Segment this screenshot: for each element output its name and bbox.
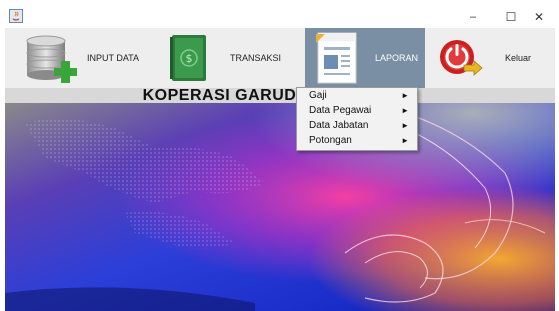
dropdown-item-data-pegawai-label: Data Pegawai bbox=[309, 105, 372, 116]
menu-transaksi-label: TRANSAKSI bbox=[230, 53, 282, 63]
menu-laporan[interactable]: LAPORAN bbox=[305, 28, 425, 88]
report-document-icon bbox=[316, 32, 357, 84]
dropdown-item-potongan-label: Potongan bbox=[309, 135, 352, 146]
close-icon: ✕ bbox=[533, 10, 545, 24]
main-menubar: INPUT DATA $ TRANSAKSI LAPORAN Keluar bbox=[5, 28, 555, 88]
close-button[interactable]: ✕ bbox=[523, 6, 555, 28]
app-window: – ☐ ✕ INPUT DATA $ TRANSAKSI LAPORAN Kel… bbox=[5, 6, 555, 311]
menu-laporan-label: LAPORAN bbox=[375, 53, 419, 63]
minimize-icon: – bbox=[469, 11, 477, 23]
background-artwork bbox=[5, 103, 555, 311]
dropdown-item-gaji-label: Gaji bbox=[309, 90, 327, 101]
dropdown-item-data-pegawai[interactable]: Data Pegawai ► bbox=[297, 103, 417, 118]
java-app-icon bbox=[9, 9, 23, 23]
submenu-arrow-icon: ► bbox=[401, 106, 409, 115]
dropdown-item-data-jabatan[interactable]: Data Jabatan ► bbox=[297, 118, 417, 133]
submenu-arrow-icon: ► bbox=[401, 136, 409, 145]
menu-keluar[interactable]: Keluar bbox=[437, 28, 551, 88]
page-title: KOPERASI GARUDA NUSANTARA bbox=[5, 88, 555, 103]
submenu-arrow-icon: ► bbox=[401, 121, 409, 130]
laporan-dropdown-menu: Gaji ► Data Pegawai ► Data Jabatan ► Pot… bbox=[296, 87, 418, 151]
maximize-icon: ☐ bbox=[505, 10, 517, 24]
dropdown-item-data-jabatan-label: Data Jabatan bbox=[309, 120, 369, 131]
menu-input-data[interactable]: INPUT DATA bbox=[21, 28, 161, 88]
dropdown-item-gaji[interactable]: Gaji ► bbox=[297, 88, 417, 103]
dropdown-item-potongan[interactable]: Potongan ► bbox=[297, 133, 417, 148]
money-book-icon: $ bbox=[170, 35, 206, 81]
title-bar[interactable]: – ☐ ✕ bbox=[5, 6, 555, 28]
submenu-arrow-icon: ► bbox=[401, 91, 409, 100]
menu-input-data-label: INPUT DATA bbox=[87, 53, 140, 63]
power-exit-icon bbox=[440, 40, 483, 76]
svg-text:$: $ bbox=[186, 52, 193, 65]
database-add-icon bbox=[26, 35, 77, 83]
menu-transaksi[interactable]: $ TRANSAKSI bbox=[166, 28, 294, 88]
menu-keluar-label: Keluar bbox=[505, 53, 532, 63]
